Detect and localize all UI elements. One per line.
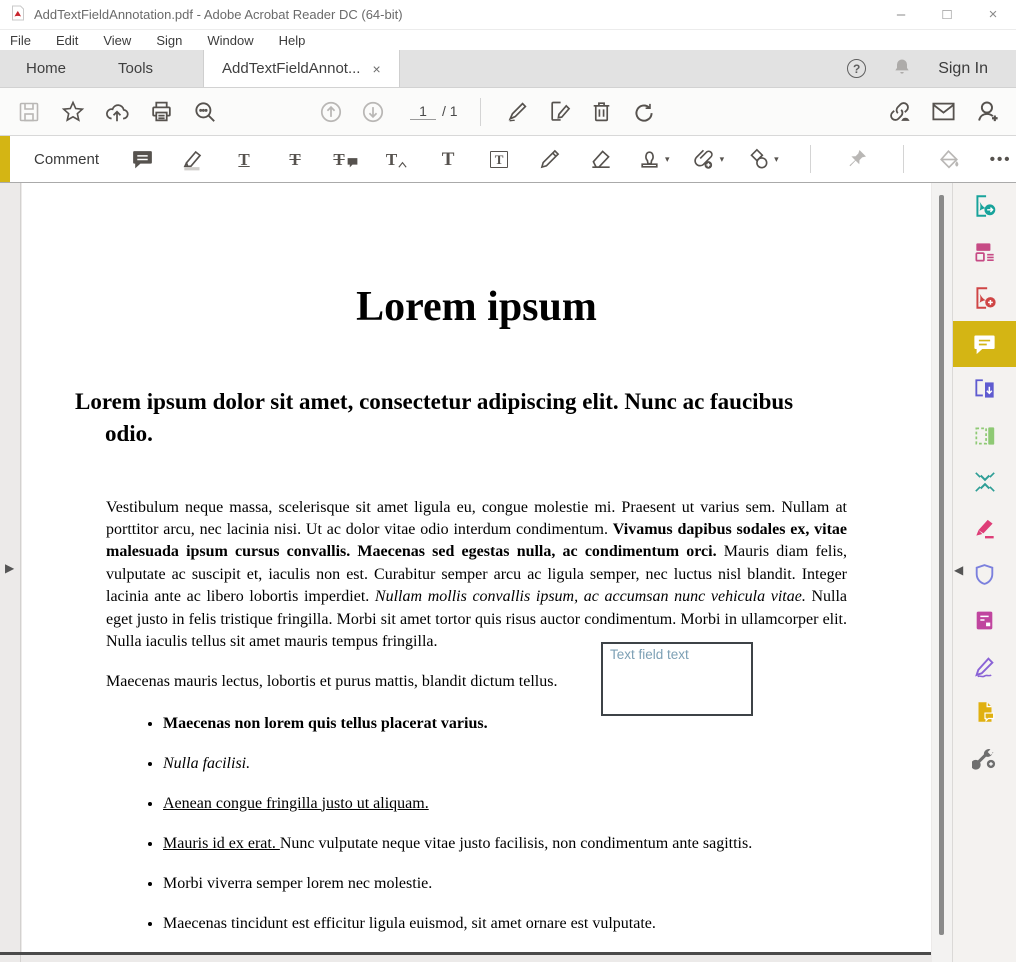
comment-toolbar: Comment T T T T T T ▾ ▾ bbox=[0, 136, 1016, 183]
strikethrough-text-icon[interactable]: T bbox=[280, 144, 310, 174]
link-cloud-icon[interactable] bbox=[884, 97, 914, 127]
replace-text-icon[interactable]: T bbox=[331, 144, 361, 174]
print-icon[interactable] bbox=[146, 97, 176, 127]
comment-accent-bar bbox=[0, 136, 10, 182]
document-bullet-list: Maecenas non lorem quis tellus placerat … bbox=[22, 713, 931, 935]
tab-document-label: AddTextFieldAnnot... bbox=[222, 60, 360, 77]
delete-icon[interactable] bbox=[587, 97, 617, 127]
comment-toolbar-label: Comment bbox=[34, 151, 99, 168]
menu-window[interactable]: Window bbox=[207, 33, 253, 48]
vertical-scrollbar[interactable] bbox=[932, 183, 952, 962]
pdf-page: Lorem ipsum Lorem ipsum dolor sit amet, … bbox=[22, 183, 931, 952]
menu-help[interactable]: Help bbox=[279, 33, 306, 48]
comment-separator-2 bbox=[903, 145, 904, 173]
page-total: / 1 bbox=[442, 103, 458, 119]
text-field-annotation[interactable]: Text field text bbox=[601, 642, 753, 716]
scrollbar-thumb[interactable] bbox=[939, 195, 944, 935]
left-panel-strip: ▶ bbox=[0, 183, 21, 962]
list-item: Mauris id ex erat. Nunc vulputate neque … bbox=[163, 833, 931, 855]
add-account-icon[interactable] bbox=[972, 97, 1002, 127]
tab-document[interactable]: AddTextFieldAnnot... × bbox=[203, 50, 400, 87]
title-bar: AddTextFieldAnnotation.pdf - Adobe Acrob… bbox=[0, 0, 1016, 30]
sidebar-tool-combine-files[interactable] bbox=[953, 367, 1016, 413]
attach-file-icon[interactable]: ▾ bbox=[691, 146, 725, 172]
insert-text-icon[interactable]: T bbox=[382, 144, 412, 174]
main-toolbar: 1 / 1 bbox=[0, 88, 1016, 136]
sign-pen-icon[interactable] bbox=[503, 97, 533, 127]
save-icon[interactable] bbox=[14, 97, 44, 127]
add-text-icon[interactable]: T bbox=[433, 144, 463, 174]
sidebar-tool-edit-pdf[interactable] bbox=[953, 229, 1016, 275]
sidebar-tool-redact[interactable] bbox=[953, 505, 1016, 551]
text-box-icon[interactable]: T bbox=[484, 144, 514, 174]
eraser-icon[interactable] bbox=[586, 144, 616, 174]
draw-icon[interactable] bbox=[535, 144, 565, 174]
acrobat-app-icon bbox=[10, 5, 26, 24]
menu-view[interactable]: View bbox=[103, 33, 131, 48]
sidebar-tool-export-pdf[interactable] bbox=[953, 183, 1016, 229]
fill-sign-icon[interactable] bbox=[545, 97, 575, 127]
star-icon[interactable] bbox=[58, 97, 88, 127]
list-item: Maecenas tincidunt est efficitur ligula … bbox=[163, 913, 931, 935]
page-bottom-edge bbox=[0, 952, 931, 955]
collapse-right-panel-icon[interactable]: ◀ bbox=[954, 563, 963, 577]
minimize-button[interactable]: – bbox=[878, 0, 924, 30]
document-paragraph-1: Vestibulum neque massa, scelerisque sit … bbox=[106, 497, 847, 654]
more-options-icon[interactable]: ••• bbox=[986, 144, 1016, 174]
tools-sidebar: ◀ bbox=[952, 183, 1016, 962]
sidebar-tool-fill-sign[interactable] bbox=[953, 643, 1016, 689]
sidebar-tool-create-pdf[interactable] bbox=[953, 275, 1016, 321]
maximize-button[interactable]: □ bbox=[924, 0, 970, 30]
menu-file[interactable]: File bbox=[10, 33, 31, 48]
rotate-icon[interactable] bbox=[629, 97, 659, 127]
bell-icon[interactable] bbox=[892, 57, 912, 80]
underline-text-icon[interactable]: T bbox=[229, 144, 259, 174]
share-cloud-icon[interactable] bbox=[102, 97, 132, 127]
toolbar-separator bbox=[480, 98, 481, 126]
menu-bar: File Edit View Sign Window Help bbox=[0, 30, 1016, 50]
sidebar-tool-organize-pages[interactable] bbox=[953, 413, 1016, 459]
document-heading: Lorem ipsum dolor sit amet, consectetur … bbox=[75, 386, 831, 450]
sidebar-tool-more-tools[interactable] bbox=[953, 735, 1016, 781]
stamp-icon[interactable]: ▾ bbox=[637, 147, 670, 172]
content-area: ▶ Lorem ipsum Lorem ipsum dolor sit amet… bbox=[0, 183, 1016, 962]
sticky-note-icon[interactable] bbox=[127, 144, 157, 174]
fill-color-icon[interactable] bbox=[935, 144, 965, 174]
page-up-icon[interactable] bbox=[316, 97, 346, 127]
tab-tools[interactable]: Tools bbox=[92, 50, 179, 87]
email-icon[interactable] bbox=[928, 97, 958, 127]
menu-sign[interactable]: Sign bbox=[156, 33, 182, 48]
sidebar-tool-prepare-form[interactable] bbox=[953, 597, 1016, 643]
zoom-search-icon[interactable] bbox=[190, 97, 220, 127]
list-item: Morbi viverra semper lorem nec molestie. bbox=[163, 873, 931, 895]
list-item: Maecenas non lorem quis tellus placerat … bbox=[163, 713, 931, 735]
sidebar-tool-comment[interactable] bbox=[953, 321, 1016, 367]
page-down-icon[interactable] bbox=[358, 97, 388, 127]
pin-icon[interactable] bbox=[842, 144, 872, 174]
expand-left-panel-icon[interactable]: ▶ bbox=[5, 561, 14, 575]
shapes-icon[interactable]: ▾ bbox=[745, 146, 779, 172]
close-button[interactable]: × bbox=[970, 0, 1016, 30]
sidebar-tool-compress-pdf[interactable] bbox=[953, 459, 1016, 505]
document-title: Lorem ipsum bbox=[22, 183, 931, 331]
sidebar-tool-send-for-comments[interactable] bbox=[953, 689, 1016, 735]
list-item: Aenean congue fringilla justo ut aliquam… bbox=[163, 793, 931, 815]
help-icon[interactable]: ? bbox=[847, 59, 866, 78]
tab-bar: Home Tools AddTextFieldAnnot... × ? Sign… bbox=[0, 50, 1016, 88]
tab-home[interactable]: Home bbox=[0, 50, 92, 87]
list-item: Nulla facilisi. bbox=[163, 753, 931, 775]
page-number-input[interactable]: 1 bbox=[410, 103, 436, 120]
sign-in-button[interactable]: Sign In bbox=[938, 60, 988, 78]
window-title: AddTextFieldAnnotation.pdf - Adobe Acrob… bbox=[34, 7, 403, 22]
comment-separator bbox=[810, 145, 811, 173]
highlight-icon[interactable] bbox=[178, 144, 208, 174]
menu-edit[interactable]: Edit bbox=[56, 33, 78, 48]
tab-close-icon[interactable]: × bbox=[372, 61, 380, 77]
